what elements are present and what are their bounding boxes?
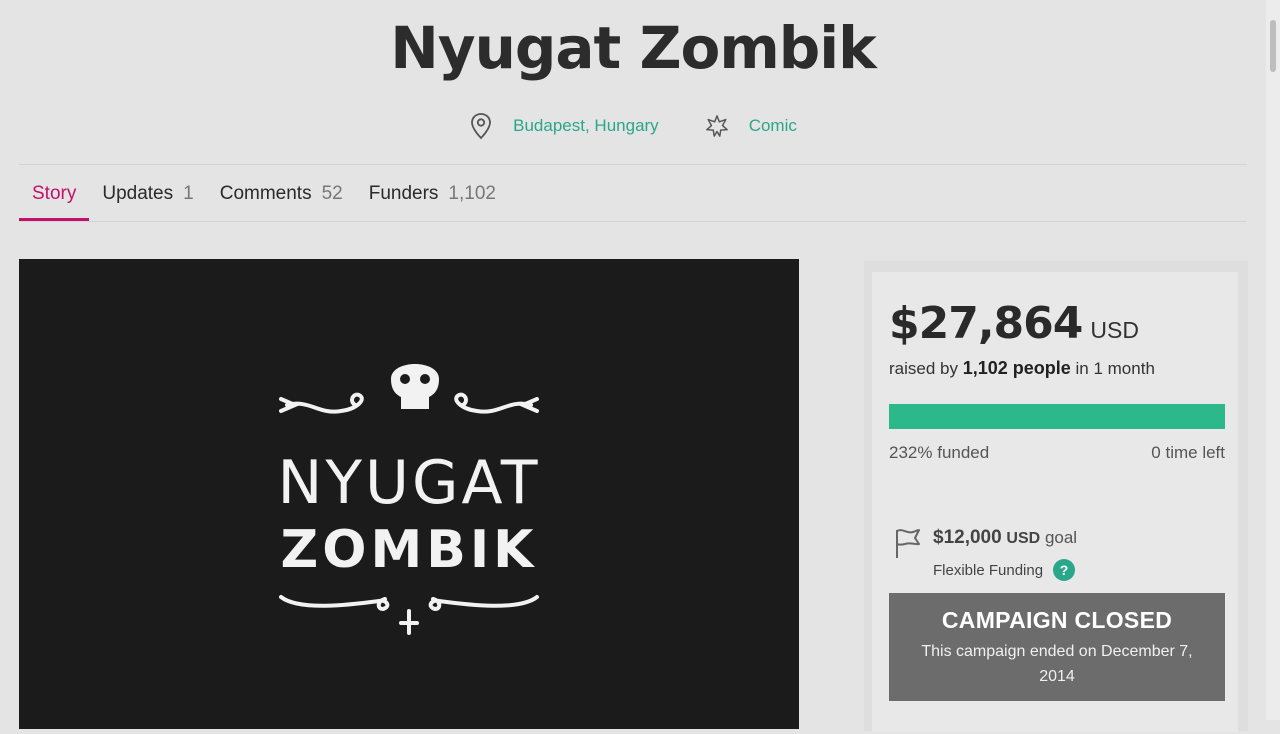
category-link[interactable]: Comic — [705, 112, 797, 140]
scrollbar[interactable] — [1266, 0, 1280, 720]
progress-bar — [889, 404, 1225, 429]
campaign-closed-box: CAMPAIGN CLOSED This campaign ended on D… — [889, 593, 1225, 701]
flag-icon — [893, 526, 923, 565]
scrollbar-thumb[interactable] — [1270, 20, 1276, 72]
campaign-closed-text: This campaign ended on December 7, 2014 — [921, 643, 1193, 685]
category-text[interactable]: Comic — [749, 116, 797, 136]
campaign-tabs: Story Updates 1 Comments 52 Funders 1,10… — [19, 166, 509, 221]
campaign-title: Nyugat Zombik — [390, 14, 877, 82]
location-pin-icon — [469, 112, 493, 140]
raised-duration: in 1 month — [1075, 359, 1155, 378]
tab-count: 52 — [321, 182, 343, 204]
funding-type: Flexible Funding ? — [933, 559, 1076, 581]
tab-funders[interactable]: Funders 1,102 — [356, 166, 509, 221]
logo-line1: NYUGAT — [278, 448, 541, 518]
raised-by: raised by 1,102 people in 1 month — [889, 358, 1155, 379]
funding-type-label: Flexible Funding — [933, 561, 1044, 579]
logo-line2: ZOMBIK — [281, 520, 538, 580]
tab-label: Updates — [102, 182, 174, 204]
goal-currency: USD — [1006, 530, 1041, 547]
raised-currency: USD — [1090, 317, 1139, 343]
location-link[interactable]: Budapest, Hungary — [469, 112, 659, 140]
goal-label: goal — [1044, 528, 1078, 547]
campaign-closed-title: CAMPAIGN CLOSED — [941, 607, 1173, 633]
divider — [19, 221, 1247, 222]
raised-amount: $27,864 USD — [889, 298, 1139, 349]
funded-label: funded — [937, 443, 990, 462]
tab-comments[interactable]: Comments 52 — [207, 166, 356, 221]
tab-story[interactable]: Story — [19, 166, 90, 221]
time-left: 0 time left — [1151, 443, 1225, 462]
raised-value: $27,864 — [889, 298, 1083, 349]
help-icon[interactable]: ? — [1053, 559, 1076, 581]
skull-icon — [391, 364, 439, 409]
tab-label: Comments — [219, 182, 312, 204]
category-star-icon — [705, 112, 729, 140]
location-text[interactable]: Budapest, Hungary — [513, 116, 659, 136]
tab-label: Story — [32, 182, 77, 204]
campaign-meta: Budapest, Hungary Comic — [0, 112, 1266, 140]
campaign-logo: NYUGAT ZOMBIK — [278, 364, 541, 635]
campaign-video[interactable]: NYUGAT ZOMBIK — [19, 259, 799, 729]
funder-count: 1,102 people — [962, 358, 1071, 378]
divider — [19, 164, 1247, 165]
tab-count: 1,102 — [448, 182, 496, 204]
progress-fill — [889, 404, 1225, 429]
funded-value: 232% — [889, 443, 933, 462]
raised-by-prefix: raised by — [889, 359, 958, 378]
goal: $12,000 USD goal — [933, 527, 1077, 549]
tab-count: 1 — [183, 182, 194, 204]
tab-updates[interactable]: Updates 1 — [89, 166, 206, 221]
funded-percent: 232% funded — [889, 443, 989, 463]
goal-amount: $12,000 — [933, 527, 1002, 548]
tab-label: Funders — [368, 182, 439, 204]
